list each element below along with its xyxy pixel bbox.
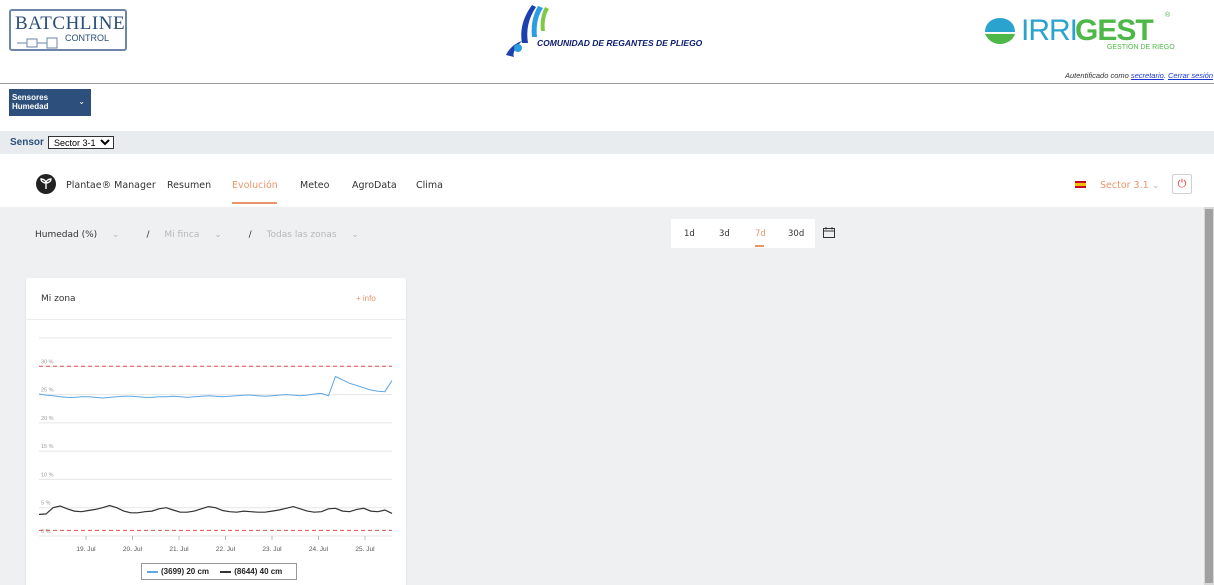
- top-header: BATCHLINE CONTROL COMUNIDAD DE REGANTES …: [0, 0, 1214, 84]
- power-icon[interactable]: ⏻: [1172, 174, 1192, 194]
- main-navbar: Plantae® Manager Resumen Evolución Meteo…: [0, 154, 1214, 207]
- y-tick-label: 30 %: [41, 359, 54, 365]
- x-tick-label: 25. Jul: [355, 546, 375, 553]
- brand-name[interactable]: Plantae® Manager: [66, 180, 156, 191]
- nav-item-agrodata[interactable]: AgroData: [352, 180, 397, 191]
- logout-link[interactable]: Cerrar sesión: [1168, 71, 1213, 80]
- schematic-icon: [17, 37, 58, 49]
- dropdown-label-line1: Sensores: [12, 93, 49, 102]
- legend-label-40cm: (8644) 40 cm: [234, 567, 283, 576]
- farm-filter-label: Mi finca: [164, 230, 200, 240]
- community-logo: COMUNIDAD DE REGANTES DE PLIEGO: [500, 3, 703, 61]
- legend-label-20cm: (3699) 20 cm: [161, 567, 210, 576]
- batchline-logo[interactable]: BATCHLINE CONTROL: [9, 9, 127, 51]
- user-link[interactable]: secretario: [1131, 71, 1164, 80]
- range-30d[interactable]: 30d: [788, 229, 804, 239]
- auth-prefix: Autentificado como: [1065, 71, 1131, 80]
- sensor-select[interactable]: Sector 3-1: [48, 136, 114, 149]
- batchline-control: CONTROL: [65, 33, 110, 43]
- chevron-down-icon: ⌄: [214, 230, 222, 240]
- water-drop-icon: [506, 5, 549, 57]
- registered-mark: ®: [1165, 12, 1171, 19]
- sensor-bar: Sensor Sector 3-1: [0, 131, 1214, 154]
- y-tick-label: 10 %: [41, 472, 54, 478]
- filter-breadcrumb: Humedad (%) ⌄ / Mi finca ⌄ / Todas las z…: [35, 230, 383, 240]
- sector-label: Sector 3.1: [1100, 180, 1149, 191]
- x-tick-label: 22. Jul: [216, 546, 236, 553]
- community-name: COMUNIDAD DE REGANTES DE PLIEGO: [537, 38, 703, 48]
- nav-item-meteo[interactable]: Meteo: [300, 180, 329, 191]
- auth-info: Autentificado como secretario. Cerrar se…: [1065, 71, 1213, 80]
- batchline-word: BATCHLINE: [15, 13, 126, 34]
- y-tick-label: 5 %: [41, 501, 51, 507]
- farm-filter[interactable]: Mi finca ⌄: [164, 230, 233, 240]
- chart-legend: (3699) 20 cm (8644) 40 cm: [141, 563, 298, 580]
- metric-filter[interactable]: Humedad (%) ⌄: [35, 230, 132, 240]
- y-tick-label: 20 %: [41, 416, 54, 422]
- x-tick-label: 23. Jul: [262, 546, 282, 553]
- chevron-down-icon: ⌄: [78, 97, 85, 106]
- legend-item-40cm[interactable]: (8644) 40 cm: [220, 567, 282, 576]
- content-area: Humedad (%) ⌄ / Mi finca ⌄ / Todas las z…: [0, 207, 1204, 585]
- scrollbar-thumb[interactable]: [1205, 209, 1213, 583]
- legend-swatch: [220, 571, 232, 573]
- irrigest-part1: IRRI: [1021, 14, 1078, 47]
- nav-item-resumen[interactable]: Resumen: [167, 180, 211, 191]
- series-line-40cm: [38, 504, 393, 516]
- legend-swatch: [147, 571, 158, 573]
- zone-card: Mi zona + info 0 % 5 % 10 % 15 % 20 % 25 % 30 …: [26, 278, 406, 585]
- vertical-scrollbar[interactable]: [1204, 207, 1214, 585]
- sensors-humidity-dropdown[interactable]: Sensores Humedad ⌄: [9, 89, 91, 116]
- legend-item-20cm[interactable]: (3699) 20 cm: [147, 567, 209, 576]
- x-tick-label: 20. Jul: [123, 546, 143, 553]
- sector-selector[interactable]: Sector 3.1 ⌄: [1100, 180, 1160, 191]
- x-tick-label: 19. Jul: [76, 546, 96, 553]
- chevron-down-icon: ⌄: [351, 230, 359, 240]
- spain-flag-icon[interactable]: [1075, 181, 1086, 188]
- breadcrumb-separator: /: [248, 230, 252, 240]
- chevron-down-icon: ⌄: [112, 230, 120, 240]
- range-7d[interactable]: 7d: [755, 229, 766, 239]
- zones-filter-label: Todas las zonas: [266, 230, 337, 240]
- nav-item-clima[interactable]: Clima: [416, 180, 443, 191]
- irrigest-logo: IRRI GEST ® GESTIÓN DE RIEGO: [983, 12, 1183, 52]
- x-tick-label: 21. Jul: [169, 546, 189, 553]
- app-root: BATCHLINE CONTROL COMUNIDAD DE REGANTES …: [0, 0, 1214, 585]
- irrigest-tagline: GESTIÓN DE RIEGO: [1107, 44, 1175, 51]
- x-tick-label: 24. Jul: [309, 546, 329, 553]
- chevron-down-icon: ⌄: [1151, 180, 1160, 191]
- y-tick-label: 25 %: [41, 388, 54, 394]
- metric-filter-label: Humedad (%): [35, 230, 98, 240]
- calendar-icon[interactable]: [823, 227, 835, 238]
- humidity-line-chart: 0 %5 %10 %15 %20 %25 %30 %19. Jul 20. Jul…: [38, 337, 393, 553]
- nav-item-evolucion[interactable]: Evolución: [232, 180, 278, 191]
- range-3d[interactable]: 3d: [719, 229, 730, 239]
- plantae-logo-icon: [36, 174, 56, 194]
- zones-filter[interactable]: Todas las zonas ⌄: [267, 230, 371, 240]
- irrigest-part2: GEST: [1075, 14, 1154, 47]
- sensor-label: Sensor: [10, 137, 44, 148]
- breadcrumb-separator: /: [146, 230, 150, 240]
- time-range-selector: 1d 3d 7d 30d: [671, 219, 815, 248]
- active-tab-indicator: [232, 202, 277, 204]
- y-tick-label: 15 %: [41, 444, 54, 450]
- drop-leaf-icon: [985, 18, 1015, 44]
- active-range-indicator: [755, 245, 764, 247]
- range-1d[interactable]: 1d: [684, 229, 695, 239]
- dropdown-label-line2: Humedad: [12, 102, 49, 111]
